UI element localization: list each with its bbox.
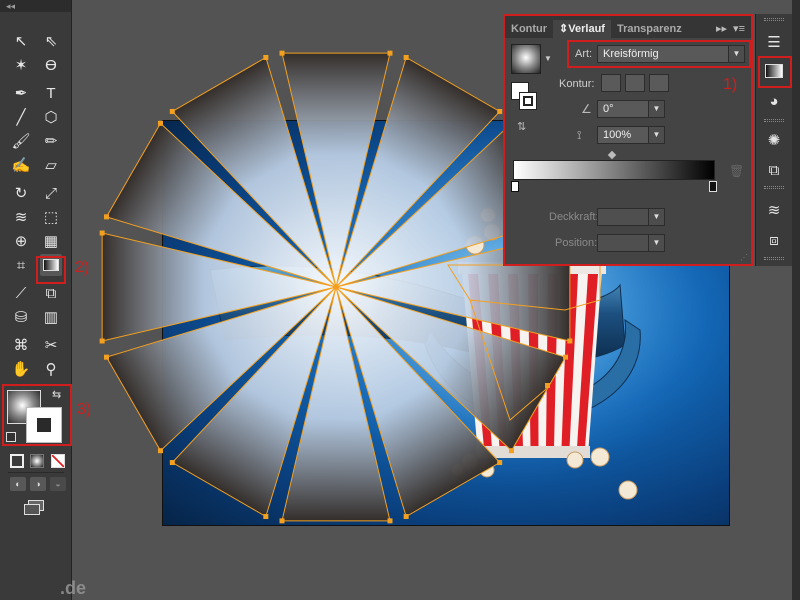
- panel-tabs: Kontur ⇕Verlauf Transparenz ▸▸ ▾≡: [505, 16, 751, 38]
- panel-dock: ☰ ◕ ✺ ⧉ ≋ ⧈: [755, 14, 792, 266]
- aspect-ratio-value: 100%: [603, 129, 632, 141]
- anchor-point: [567, 338, 573, 344]
- angle-field[interactable]: 0° ▼: [597, 100, 665, 118]
- stroke-label: Kontur:: [559, 78, 595, 90]
- anchor-point: [387, 518, 393, 524]
- anchor-point: [263, 54, 269, 60]
- artboards-icon[interactable]: ⧉: [762, 159, 786, 181]
- gradient-type-value: Kreisförmig: [603, 48, 659, 60]
- gradient-panel-icon[interactable]: [762, 60, 786, 82]
- anchor-point: [545, 383, 550, 388]
- chevron-down-icon: ▼: [648, 101, 664, 117]
- angle-icon: ∠: [581, 102, 592, 116]
- anchor-point: [169, 108, 175, 114]
- stroke-icon[interactable]: [519, 92, 537, 110]
- delete-stop-icon[interactable]: 🗑: [729, 164, 744, 178]
- anchor-point: [103, 354, 109, 360]
- anchor-point: [509, 448, 515, 454]
- chevron-down-icon: ▼: [648, 127, 664, 143]
- angle-value: 0°: [603, 103, 614, 115]
- chevron-down-icon: ▼: [648, 235, 664, 251]
- transparency-icon[interactable]: ◕: [762, 90, 786, 112]
- anchor-point: [103, 214, 109, 220]
- stroke-icon[interactable]: ✺: [762, 129, 786, 151]
- aspect-ratio-icon: ⟟: [577, 128, 582, 142]
- menu-icon[interactable]: ☰: [762, 31, 786, 53]
- tab-stroke[interactable]: Kontur: [505, 20, 553, 38]
- position-field[interactable]: ▼: [597, 234, 665, 252]
- dock-grip[interactable]: [764, 186, 784, 189]
- gradient-stop-start[interactable]: [511, 181, 519, 192]
- preview-dropdown-icon[interactable]: ▼: [544, 54, 552, 63]
- gradient-type-select[interactable]: Kreisförmig ▼: [597, 45, 745, 63]
- chevron-down-icon: ▼: [648, 209, 664, 225]
- dock-grip[interactable]: [764, 119, 784, 122]
- gradient-slider-bar[interactable]: [513, 160, 715, 180]
- anchor-point: [263, 514, 269, 520]
- opacity-label: Deckkraft:: [549, 211, 599, 223]
- anchor-point: [403, 514, 409, 520]
- layers-icon[interactable]: ≋: [762, 199, 786, 221]
- anchor-point: [157, 120, 163, 126]
- stroke-within-button[interactable]: [601, 74, 621, 92]
- right-edge-strip: [792, 0, 800, 600]
- dock-grip[interactable]: [764, 18, 784, 21]
- aspect-ratio-field[interactable]: 100% ▼: [597, 126, 665, 144]
- anchor-point: [157, 448, 163, 454]
- reverse-gradient-icon[interactable]: ⇅: [517, 120, 526, 133]
- dock-grip[interactable]: [764, 257, 784, 260]
- anchor-point: [279, 50, 285, 56]
- opacity-field[interactable]: ▼: [597, 208, 665, 226]
- callout-number-1: 1): [723, 76, 738, 93]
- anchor-point: [403, 54, 409, 60]
- stroke-along-button[interactable]: [625, 74, 645, 92]
- position-label: Position:: [555, 237, 598, 249]
- stroke-across-button[interactable]: [649, 74, 669, 92]
- anchor-point: [99, 338, 105, 344]
- gradient-preview-swatch[interactable]: [511, 44, 541, 74]
- midpoint-diamond[interactable]: [607, 150, 617, 160]
- tab-transparency[interactable]: Transparenz: [611, 20, 688, 38]
- anchor-point: [99, 230, 105, 236]
- watermark: .de: [60, 578, 87, 598]
- type-label: Art:: [575, 48, 593, 60]
- links-icon[interactable]: ⧈: [762, 229, 786, 251]
- anchor-point: [563, 354, 569, 360]
- expand-panels-icon[interactable]: ▸▸: [716, 20, 727, 38]
- anchor-point: [497, 460, 503, 466]
- anchor-point: [387, 50, 393, 56]
- resize-grip-icon[interactable]: ⋰: [740, 253, 748, 262]
- gradient-stop-end[interactable]: [709, 181, 717, 192]
- chevron-down-icon: ▼: [728, 46, 744, 62]
- panel-menu-icon[interactable]: ▾≡: [733, 20, 745, 38]
- burst-center-anchor: [333, 284, 339, 290]
- tab-gradient[interactable]: ⇕Verlauf: [553, 20, 611, 38]
- tab-gradient-label: Verlauf: [568, 23, 605, 35]
- anchor-point: [169, 460, 175, 466]
- anchor-point: [279, 518, 285, 524]
- anchor-point: [497, 108, 503, 114]
- gradient-panel: Kontur ⇕Verlauf Transparenz ▸▸ ▾≡ ▼ ⇅ Ar…: [503, 14, 753, 266]
